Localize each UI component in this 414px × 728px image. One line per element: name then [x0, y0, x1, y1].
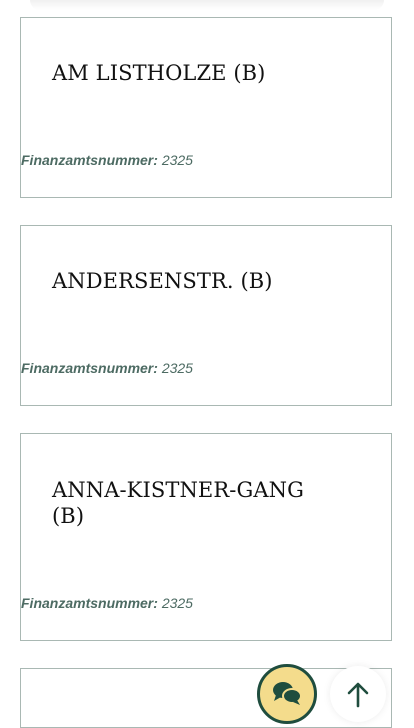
street-name: ANNA-KISTNER-GANG (B): [52, 478, 304, 528]
tax-office-value: 2325: [161, 595, 193, 611]
street-name: ANDERSENSTR. (B): [52, 269, 273, 293]
arrow-up-icon: [347, 682, 369, 708]
street-card[interactable]: ANDERSENSTR. (B) Finanzamtsnummer: 2325: [20, 225, 392, 406]
header-shadow: [30, 0, 384, 10]
tax-office-value: 2325: [161, 360, 193, 376]
tax-office-label: Finanzamtsnummer:: [21, 152, 158, 168]
tax-office-label: Finanzamtsnummer:: [21, 595, 158, 611]
street-name: AM LISTHOLZE (B): [52, 61, 266, 85]
tax-office-label: Finanzamtsnummer:: [21, 360, 158, 376]
tax-office-number: Finanzamtsnummer: 2325: [21, 152, 193, 168]
tax-office-number: Finanzamtsnummer: 2325: [21, 595, 193, 611]
chat-bubbles-icon: [273, 682, 302, 705]
street-card[interactable]: AM LISTHOLZE (B) Finanzamtsnummer: 2325: [20, 17, 392, 198]
tax-office-number: Finanzamtsnummer: 2325: [21, 360, 193, 376]
chat-button[interactable]: [257, 664, 317, 724]
scroll-to-top-button[interactable]: [330, 666, 386, 722]
tax-office-value: 2325: [161, 152, 193, 168]
street-card[interactable]: ANNA-KISTNER-GANG (B) Finanzamtsnummer: …: [20, 433, 392, 641]
